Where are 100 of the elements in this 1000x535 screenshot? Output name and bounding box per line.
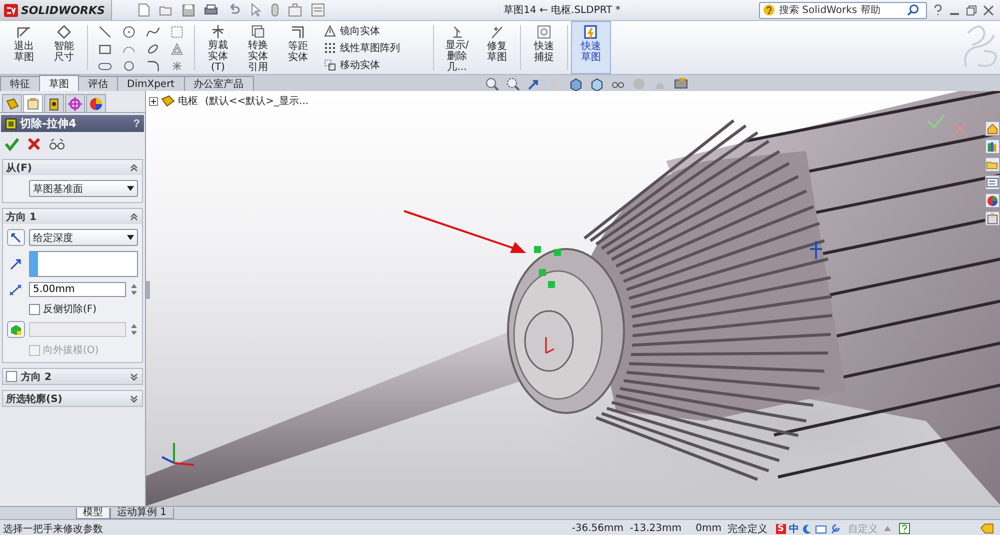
color-wheel-icon[interactable]: [985, 193, 1000, 208]
panel-tab[interactable]: [2, 94, 22, 112]
help-button[interactable]: ?: [133, 118, 140, 130]
ribbon-command[interactable]: 显示/删除几...: [437, 21, 477, 74]
preview-button[interactable]: [49, 137, 65, 151]
ime-logo[interactable]: S: [776, 524, 786, 534]
command-tab[interactable]: 草图: [39, 75, 79, 91]
rapid-sketch-icon: [583, 24, 599, 40]
ribbon-command[interactable]: 镜向实体: [324, 24, 424, 38]
status-message: 选择一把手来修改参数: [3, 522, 104, 535]
section-header[interactable]: 所选轮廓(S): [3, 391, 142, 406]
ribbon-command[interactable]: 快速草图: [571, 21, 611, 74]
feature-title: 切除-拉伸4: [20, 116, 78, 131]
help-icon[interactable]: [933, 4, 943, 16]
ribbon-command[interactable]: 线性草图阵列: [324, 41, 424, 55]
model-tab[interactable]: 运动算例 1: [110, 508, 174, 519]
splitter-handle[interactable]: [146, 281, 150, 299]
depth-spinner[interactable]: [130, 282, 138, 297]
zoom-area-icon[interactable]: [506, 76, 520, 90]
draft-button[interactable]: [7, 321, 25, 338]
home-icon[interactable]: [985, 121, 1000, 136]
color-wheel-icon: [89, 96, 103, 110]
section-header[interactable]: 方向 2: [3, 369, 142, 384]
snap-icon: [536, 24, 552, 40]
rectangle-icon[interactable]: [97, 42, 113, 56]
checkbox[interactable]: [6, 371, 17, 382]
offset-icon: [290, 24, 306, 40]
panel-tab[interactable]: [86, 94, 106, 112]
ribbon-command[interactable]: 智能尺寸: [44, 21, 84, 74]
ok-button[interactable]: [5, 137, 19, 151]
save-icon[interactable]: [182, 4, 195, 16]
ribbon-command[interactable]: 移动实体: [324, 58, 424, 72]
ime-mode[interactable]: 中: [789, 522, 799, 535]
expand-icon: [129, 393, 139, 404]
zoom-fit-icon[interactable]: [484, 76, 499, 90]
fillet-icon[interactable]: [145, 59, 161, 73]
feature-tree-icon: [5, 96, 19, 110]
line-icon[interactable]: [97, 25, 113, 39]
checkbox-option[interactable]: 反侧切除(F): [29, 302, 138, 316]
list-icon[interactable]: [985, 175, 1000, 190]
tag-icon[interactable]: [980, 523, 994, 534]
depth-field[interactable]: 5.00mm: [29, 282, 126, 297]
ribbon-command[interactable]: 转换实体引用: [238, 21, 278, 74]
moon-icon[interactable]: [802, 524, 812, 534]
ribbon-command[interactable]: 剪裁实体(T): [198, 21, 238, 74]
ellipse-icon[interactable]: [145, 42, 161, 56]
command-tab[interactable]: DimXpert: [117, 76, 185, 91]
restore-icon[interactable]: [966, 4, 977, 16]
part-name[interactable]: 电枢: [178, 94, 198, 108]
circle-icon[interactable]: [121, 25, 137, 39]
new-document-icon[interactable]: [138, 3, 150, 17]
panel-tab[interactable]: [44, 94, 64, 112]
list-icon[interactable]: [310, 3, 325, 17]
dot-grid-icon: [324, 42, 336, 54]
cut-extrude-icon: [5, 118, 17, 130]
ribbon-command[interactable]: 等距实体: [278, 21, 318, 74]
section-header[interactable]: 方向 1: [3, 209, 142, 224]
model-tab[interactable]: 模型: [76, 508, 110, 519]
clipboard-icon[interactable]: [985, 211, 1000, 226]
cancel-button[interactable]: [27, 137, 41, 151]
spline-icon[interactable]: [145, 25, 161, 39]
configuration-name: (默认<<默认>_显示...: [205, 95, 309, 108]
triangle-icon[interactable]: [169, 42, 185, 56]
pointer-icon[interactable]: [250, 3, 262, 17]
command-tab[interactable]: 办公室产品: [184, 76, 254, 91]
end-condition-dropdown[interactable]: 给定深度: [29, 229, 138, 246]
ribbon-command[interactable]: 退出草图: [4, 21, 44, 74]
property-sheet-icon: [26, 96, 40, 110]
section-header[interactable]: 从(F): [3, 160, 142, 175]
reverse-direction-button[interactable]: [7, 229, 25, 246]
monitor-icon[interactable]: [674, 76, 688, 90]
start-condition-dropdown[interactable]: 草图基准面: [29, 180, 138, 197]
ribbon-command[interactable]: 快速捕捉: [524, 21, 564, 74]
command-tab[interactable]: 评估: [78, 76, 118, 91]
selection-list[interactable]: [29, 251, 138, 277]
dropdown-arrow-icon: [127, 235, 134, 240]
repair-sketch-icon: [489, 24, 505, 40]
trim-icon: [210, 24, 226, 39]
close-icon[interactable]: [983, 4, 994, 16]
search-field[interactable]: 搜索 SolidWorks 帮助: [759, 2, 927, 18]
print-icon[interactable]: [204, 3, 218, 17]
draft-spinner[interactable]: [130, 322, 138, 337]
help-icon[interactable]: [899, 523, 910, 534]
z-coordinate: 0mm: [694, 523, 722, 534]
dotted-square-icon[interactable]: [169, 25, 185, 39]
wrench-icon[interactable]: [830, 524, 840, 534]
window-title: 草图14 ← 电枢.SLDPRT *: [502, 4, 622, 17]
expand-toggle[interactable]: [149, 96, 158, 106]
part-icon: [161, 95, 175, 107]
library-icon[interactable]: [985, 139, 1000, 154]
help-bubble-icon: [763, 4, 775, 16]
dropdown-arrow-icon: [127, 186, 134, 191]
diamond-dimension-icon: [56, 24, 72, 40]
configuration-icon: [47, 96, 61, 110]
ribbon-command[interactable]: 修复草图: [477, 21, 517, 74]
check-icon: [5, 137, 19, 151]
circle-icon[interactable]: [121, 59, 137, 73]
sketch-state: 完全定义: [728, 522, 768, 535]
axis-triad-icon: [162, 443, 194, 466]
command-tab[interactable]: 特征: [0, 76, 40, 91]
